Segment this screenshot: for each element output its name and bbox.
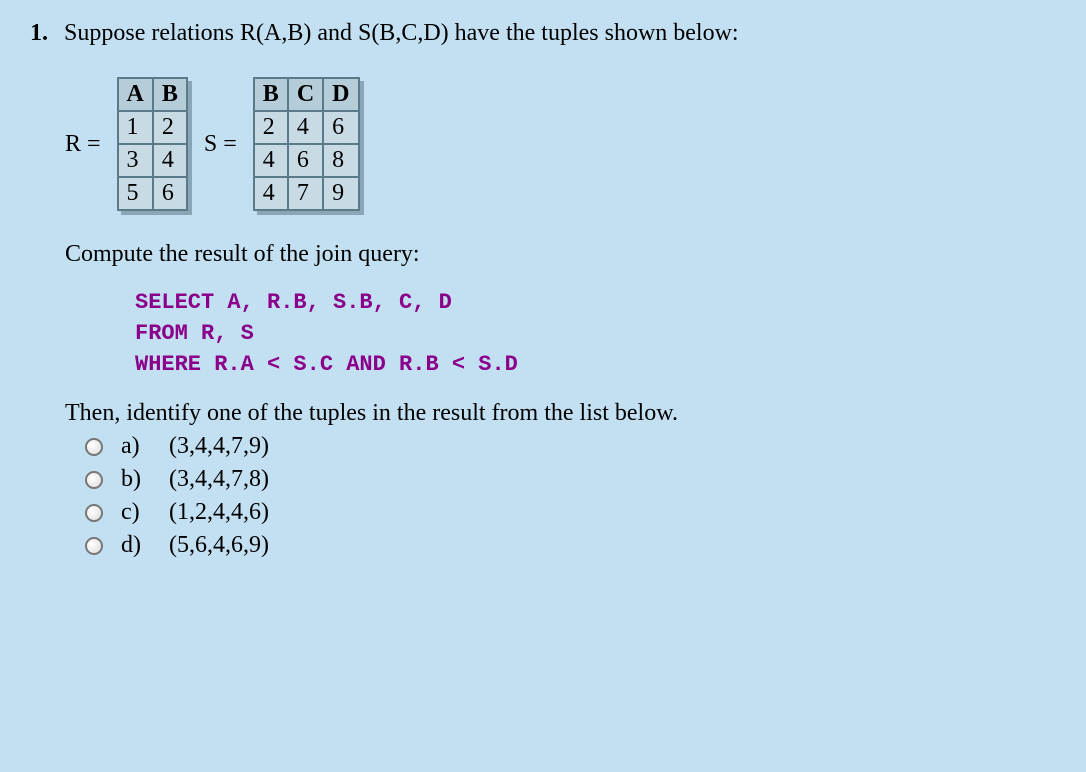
choice-label: b) bbox=[121, 466, 151, 493]
table-cell: 4 bbox=[288, 111, 323, 144]
table-row: 1 2 bbox=[118, 111, 187, 144]
table-cell: 8 bbox=[323, 144, 358, 177]
table-cell: 1 bbox=[118, 111, 153, 144]
table-cell: 2 bbox=[153, 111, 187, 144]
question-block: 1. Suppose relations R(A,B) and S(B,C,D)… bbox=[30, 20, 1056, 47]
choice-value: (3,4,4,7,9) bbox=[169, 433, 269, 460]
choice-label: d) bbox=[121, 532, 151, 559]
table-row: 2 4 6 bbox=[254, 111, 359, 144]
choice-a[interactable]: a) (3,4,4,7,9) bbox=[85, 433, 1056, 460]
table-cell: 6 bbox=[153, 177, 187, 210]
choice-value: (3,4,4,7,8) bbox=[169, 466, 269, 493]
sql-code-block: SELECT A, R.B, S.B, C, D FROM R, S WHERE… bbox=[135, 288, 1056, 380]
table-row: 4 6 8 bbox=[254, 144, 359, 177]
relation-s-table: B C D 2 4 6 4 6 8 4 7 9 bbox=[253, 77, 360, 211]
table-row: 4 7 9 bbox=[254, 177, 359, 210]
relation-s-label: S = bbox=[204, 131, 237, 158]
relation-r-header: B bbox=[153, 78, 187, 111]
choice-d[interactable]: d) (5,6,4,6,9) bbox=[85, 532, 1056, 559]
table-cell: 9 bbox=[323, 177, 358, 210]
table-cell: 6 bbox=[288, 144, 323, 177]
question-intro: Suppose relations R(A,B) and S(B,C,D) ha… bbox=[64, 20, 739, 46]
relation-s-header: C bbox=[288, 78, 323, 111]
relation-r-label: R = bbox=[65, 131, 101, 158]
choice-b[interactable]: b) (3,4,4,7,8) bbox=[85, 466, 1056, 493]
compute-text: Compute the result of the join query: bbox=[65, 241, 1056, 268]
table-cell: 2 bbox=[254, 111, 288, 144]
table-cell: 3 bbox=[118, 144, 153, 177]
choice-c[interactable]: c) (1,2,4,4,6) bbox=[85, 499, 1056, 526]
choice-label: c) bbox=[121, 499, 151, 526]
relation-r-header: A bbox=[118, 78, 153, 111]
table-cell: 4 bbox=[153, 144, 187, 177]
radio-icon[interactable] bbox=[85, 504, 103, 522]
choices-list: a) (3,4,4,7,9) b) (3,4,4,7,8) c) (1,2,4,… bbox=[85, 433, 1056, 559]
choice-label: a) bbox=[121, 433, 151, 460]
identify-text: Then, identify one of the tuples in the … bbox=[65, 400, 1056, 427]
table-cell: 4 bbox=[254, 177, 288, 210]
radio-icon[interactable] bbox=[85, 471, 103, 489]
radio-icon[interactable] bbox=[85, 537, 103, 555]
table-cell: 5 bbox=[118, 177, 153, 210]
radio-icon[interactable] bbox=[85, 438, 103, 456]
relation-r-table: A B 1 2 3 4 5 6 bbox=[117, 77, 188, 211]
table-cell: 4 bbox=[254, 144, 288, 177]
tables-row: R = A B 1 2 3 4 5 6 S = B bbox=[65, 77, 1056, 211]
table-cell: 6 bbox=[323, 111, 358, 144]
question-number: 1. bbox=[30, 20, 48, 47]
table-cell: 7 bbox=[288, 177, 323, 210]
choice-value: (5,6,4,6,9) bbox=[169, 532, 269, 559]
relation-s-header: B bbox=[254, 78, 288, 111]
table-row: 5 6 bbox=[118, 177, 187, 210]
choice-value: (1,2,4,4,6) bbox=[169, 499, 269, 526]
table-row: 3 4 bbox=[118, 144, 187, 177]
relation-s-header: D bbox=[323, 78, 358, 111]
